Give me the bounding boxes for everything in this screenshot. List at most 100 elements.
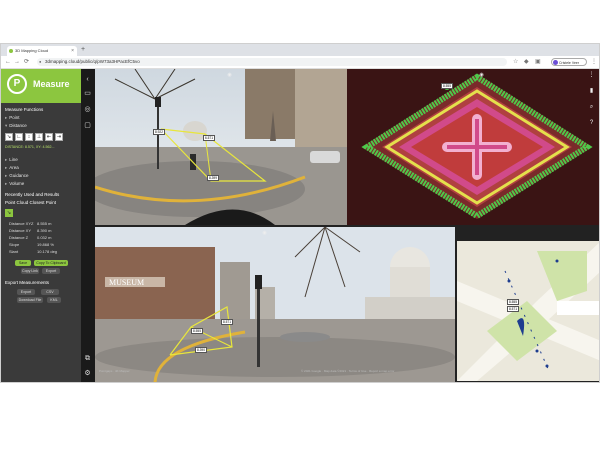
- map-view[interactable]: 8.555 8.571: [457, 241, 599, 381]
- svg-text:MUSEUM: MUSEUM: [109, 278, 144, 287]
- panorama-view-2[interactable]: MUSEUM 8.555 8.571 8.390 ◉: [95, 227, 455, 382]
- layers-icon[interactable]: ▭: [83, 89, 92, 98]
- logo-icon: P: [7, 74, 27, 94]
- measurement-value: 0.032 m: [37, 235, 52, 240]
- url-text: 3dmapping.cloud/public/q/pW73a3HPacEfC5v…: [45, 59, 140, 64]
- avatar: [553, 60, 558, 65]
- section-export: Export Measurements: [5, 280, 50, 285]
- extension-icon-2[interactable]: ▣: [535, 58, 541, 66]
- section-functions: Measure Functions: [5, 107, 44, 112]
- profile-label: Cristele Veer: [559, 61, 580, 65]
- save-button[interactable]: Save: [15, 260, 31, 266]
- function-label: Area: [9, 165, 19, 170]
- copy-link-button[interactable]: Copy Link: [21, 268, 39, 274]
- distance-label: 8.571: [507, 306, 519, 312]
- export-button[interactable]: Export: [17, 289, 35, 295]
- measurement-value: 19.868 %: [37, 242, 54, 247]
- export-small-button[interactable]: Export: [42, 268, 60, 274]
- address-bar: ← → ⟳ ● 3dmapping.cloud/public/q/pW73a3H…: [1, 56, 599, 69]
- extension-icon[interactable]: ◆: [524, 58, 529, 66]
- radio-icon: ▾: [5, 123, 8, 128]
- radio-icon: ▸: [5, 181, 8, 186]
- icon-rail: ‹ ▭ ◎ ▢ ⧉ ⚙: [81, 69, 95, 382]
- function-volume[interactable]: ▸ Volume: [5, 181, 24, 187]
- closest-point-button[interactable]: ↘: [5, 209, 13, 217]
- tool-button[interactable]: ↘: [5, 133, 13, 141]
- point-cloud-view[interactable]: 8.555 ◉ ⋮ ▮ ⌕ ?: [347, 69, 599, 225]
- measure-sidebar: P Measure Measure Functions ▸ Point ▾ Dist…: [1, 69, 81, 382]
- function-label: Volume: [9, 181, 25, 186]
- measurement-row: Distance XYZ 8.555 m: [9, 221, 51, 226]
- eye-icon[interactable]: ◉: [225, 71, 234, 80]
- tab-close-icon[interactable]: ×: [71, 46, 74, 56]
- collapse-icon[interactable]: ‹: [83, 75, 92, 84]
- panorama-2-scene: MUSEUM: [95, 227, 455, 382]
- help-icon[interactable]: ?: [587, 119, 596, 128]
- copy-clipboard-button[interactable]: Copy To Clipboard: [34, 260, 68, 266]
- tool-button[interactable]: ⊥: [35, 133, 43, 141]
- tool-button[interactable]: ⇤: [45, 133, 53, 141]
- star-icon[interactable]: ☆: [513, 58, 518, 66]
- function-line[interactable]: ▸ Line: [5, 157, 18, 163]
- brand-header: P Measure: [1, 69, 81, 103]
- distance-label: 6.571: [203, 135, 215, 141]
- panorama-1-scene: [95, 69, 347, 225]
- measurement-value: 10.178 deg: [37, 249, 58, 254]
- bookmark-icon[interactable]: ▢: [83, 121, 92, 130]
- app-area: P Measure Measure Functions ▸ Point ▾ Dist…: [1, 69, 599, 382]
- measurement-row: Distance Z 0.032 m: [9, 235, 51, 240]
- measurement-label: Distance Z: [9, 235, 29, 240]
- footer-left: Pointgaps · 4K Mapper: [99, 369, 130, 373]
- point-cloud-scene: [347, 69, 599, 225]
- measurement-label: Slope: [9, 242, 20, 247]
- search-icon[interactable]: ⌕: [587, 103, 596, 112]
- function-label: Guidance: [9, 173, 29, 178]
- measurement-row: Slope 19.868 %: [9, 242, 54, 247]
- kml-button[interactable]: KML: [47, 297, 61, 303]
- eye-icon[interactable]: ◉: [477, 71, 486, 80]
- section-recent: Recently Used and Results: [5, 192, 60, 197]
- browser-tab[interactable]: 3D Mapping Cloud ×: [7, 46, 77, 56]
- function-label: Distance: [9, 123, 27, 128]
- map-scene: [457, 241, 599, 381]
- distance-label: 8.555: [507, 299, 519, 305]
- menu-icon[interactable]: ⋮: [591, 58, 597, 66]
- distance-label: 8.922: [153, 129, 165, 135]
- function-label: Point: [9, 115, 20, 120]
- section-point-cloud: Point Cloud Closest Point: [5, 200, 57, 205]
- new-tab-button[interactable]: +: [81, 45, 85, 55]
- csv-button[interactable]: CSV: [41, 289, 59, 295]
- back-icon[interactable]: ←: [5, 57, 11, 67]
- coordinate-readout: DISTANCE: 8.571, XY: 4.562...: [5, 145, 55, 149]
- function-point[interactable]: ▸ Point: [5, 115, 20, 121]
- tool-button[interactable]: ↕: [25, 133, 33, 141]
- reload-icon[interactable]: ⟳: [24, 57, 29, 67]
- more-icon[interactable]: ⋮: [587, 71, 596, 80]
- profile-button[interactable]: Cristele Veer: [551, 58, 587, 66]
- target-icon[interactable]: ◎: [83, 105, 92, 114]
- measurement-value: 8.555 m: [37, 221, 52, 226]
- tool-button[interactable]: ⇥: [55, 133, 63, 141]
- tab-bar: 3D Mapping Cloud × +: [1, 44, 599, 56]
- function-area[interactable]: ▸ Area: [5, 165, 19, 171]
- tab-title: 3D Mapping Cloud: [15, 48, 49, 53]
- lock-icon: ●: [39, 59, 42, 64]
- measurement-row: Slant 10.178 deg: [9, 249, 57, 254]
- download-file-button[interactable]: Download File: [17, 297, 43, 303]
- radio-icon: ▸: [5, 115, 8, 120]
- eye-icon[interactable]: ◉: [260, 229, 269, 238]
- brand-title: Measure: [33, 79, 70, 89]
- forward-icon[interactable]: →: [14, 57, 20, 67]
- radio-icon: ▸: [5, 173, 8, 178]
- copy-icon[interactable]: ⧉: [83, 354, 92, 363]
- tool-button[interactable]: ∟: [15, 133, 23, 141]
- url-input[interactable]: ● 3dmapping.cloud/public/q/pW73a3HPacEfC…: [37, 58, 507, 66]
- function-guidance[interactable]: ▸ Guidance: [5, 173, 29, 179]
- map-icon[interactable]: ▮: [587, 87, 596, 96]
- measurement-label: Slant: [9, 249, 19, 254]
- browser-window: 3D Mapping Cloud × + ← → ⟳ ● 3dmapping.c…: [0, 43, 600, 383]
- distance-label: 8.555: [191, 328, 203, 334]
- settings-icon[interactable]: ⚙: [83, 369, 92, 378]
- panorama-view-1[interactable]: 8.922 6.571 8.399 ◉: [95, 69, 347, 225]
- function-distance[interactable]: ▾ Distance: [5, 123, 27, 129]
